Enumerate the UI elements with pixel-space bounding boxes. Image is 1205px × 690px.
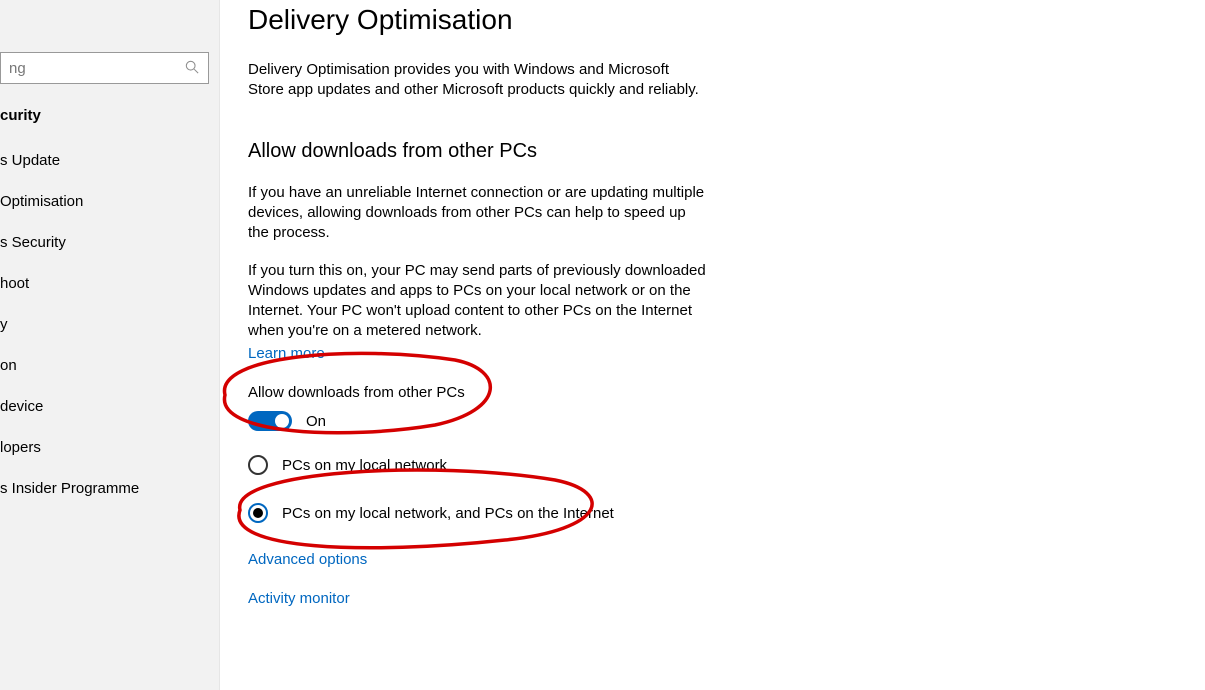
sidebar-item-delivery-optimisation[interactable]: Optimisation xyxy=(0,181,219,222)
radio-local-network[interactable]: PCs on my local network xyxy=(248,455,708,475)
sidebar-item-find-my-device[interactable]: device xyxy=(0,386,219,427)
sidebar-item-security[interactable]: s Security xyxy=(0,222,219,263)
sidebar-search xyxy=(0,52,209,84)
sidebar-section-header: curity xyxy=(0,99,219,140)
search-input[interactable] xyxy=(0,52,209,84)
sidebar-item-developers[interactable]: lopers xyxy=(0,427,219,468)
radio-icon xyxy=(248,455,268,475)
radio-internet-label: PCs on my local network, and PCs on the … xyxy=(282,505,614,522)
activity-monitor-link[interactable]: Activity monitor xyxy=(248,590,708,607)
sidebar-item-insider-programme[interactable]: s Insider Programme xyxy=(0,468,219,509)
radio-icon xyxy=(248,503,268,523)
settings-sidebar: curity s Update Optimisation s Security … xyxy=(0,0,220,690)
allow-downloads-toggle[interactable] xyxy=(248,411,292,431)
advanced-options-link[interactable]: Advanced options xyxy=(248,551,708,568)
sidebar-item-activation[interactable]: on xyxy=(0,345,219,386)
radio-internet[interactable]: PCs on my local network, and PCs on the … xyxy=(248,503,708,523)
sidebar-item-update[interactable]: s Update xyxy=(0,140,219,181)
settings-main: Delivery Optimisation Delivery Optimisat… xyxy=(220,0,1205,690)
allow-downloads-header: Allow downloads from other PCs xyxy=(248,140,708,163)
toggle-label: Allow downloads from other PCs xyxy=(248,384,708,401)
search-icon xyxy=(185,60,199,74)
sidebar-item-recovery[interactable]: y xyxy=(0,304,219,345)
sidebar-item-troubleshoot[interactable]: hoot xyxy=(0,263,219,304)
toggle-state-label: On xyxy=(306,413,326,430)
radio-local-label: PCs on my local network xyxy=(282,457,447,474)
learn-more-link[interactable]: Learn more xyxy=(248,345,325,362)
intro-text: Delivery Optimisation provides you with … xyxy=(248,60,708,100)
page-title: Delivery Optimisation xyxy=(248,0,1205,36)
toggle-knob-icon xyxy=(275,414,289,428)
allow-downloads-para-2: If you turn this on, your PC may send pa… xyxy=(248,261,708,341)
allow-downloads-para-1: If you have an unreliable Internet conne… xyxy=(248,183,708,243)
